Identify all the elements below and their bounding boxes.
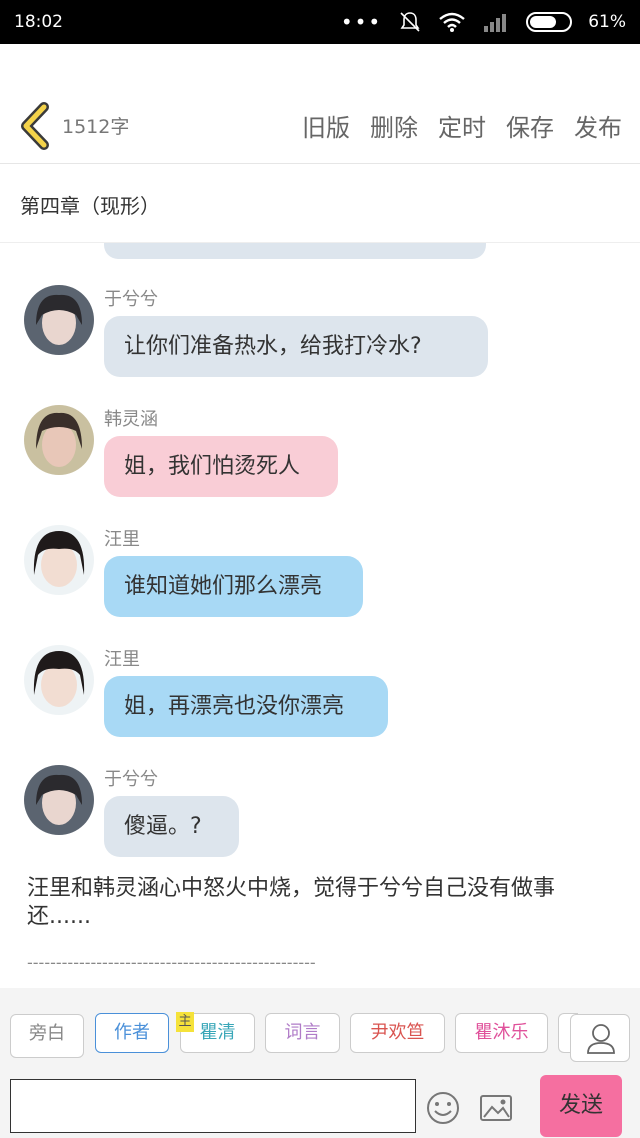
input-bar: 发送 xyxy=(0,1064,640,1138)
chat-area[interactable]: 于兮兮 让你们准备热水，给我打冷水? 韩灵涵 姐，我们怕烫死人 汪里 谁知道她们… xyxy=(0,243,640,988)
message-bubble-partial xyxy=(104,243,486,259)
send-button[interactable]: 发送 xyxy=(540,1075,622,1137)
message-bubble[interactable]: 让你们准备热水，给我打冷水? xyxy=(104,316,488,377)
role-label: 瞿沐乐 xyxy=(474,1022,529,1043)
chat-message: 汪里 姐，再漂亮也没你漂亮 xyxy=(24,645,624,755)
word-count: 1512字 xyxy=(62,116,130,138)
status-time: 18:02 xyxy=(14,12,63,32)
chat-message: 于兮兮 让你们准备热水，给我打冷水? xyxy=(24,285,624,395)
role-character-4[interactable]: 瞿沐乐 xyxy=(455,1013,548,1053)
chevron-left-icon[interactable] xyxy=(16,101,56,151)
message-text: 姐，我们怕烫死人 xyxy=(124,454,301,479)
role-author[interactable]: 作者 xyxy=(95,1013,169,1053)
sender-name: 于兮兮 xyxy=(104,769,158,790)
role-label: 作者 xyxy=(114,1022,150,1043)
message-input[interactable] xyxy=(10,1079,416,1133)
message-bubble[interactable]: 姐，我们怕烫死人 xyxy=(104,436,338,497)
main-character-badge: 主 xyxy=(176,1012,194,1032)
message-text: 姐，再漂亮也没你漂亮 xyxy=(124,694,345,719)
role-character-2[interactable]: 词言 xyxy=(265,1013,340,1053)
message-text: 谁知道她们那么漂亮 xyxy=(124,574,323,599)
chat-message: 韩灵涵 姐，我们怕烫死人 xyxy=(24,405,624,515)
role-narrator[interactable]: 旁白 xyxy=(10,1014,84,1058)
chat-message: 汪里 谁知道她们那么漂亮 xyxy=(24,525,624,635)
user-button[interactable] xyxy=(570,1014,630,1062)
role-label: 词言 xyxy=(284,1022,321,1043)
avatar[interactable] xyxy=(24,285,94,355)
battery-icon xyxy=(526,12,573,32)
avatar[interactable] xyxy=(24,765,94,835)
narration-text[interactable]: 汪里和韩灵涵心中怒火中烧，觉得于兮兮自己没有做事还...... xyxy=(27,875,617,931)
smiley-icon[interactable] xyxy=(425,1090,461,1126)
delete-button[interactable]: 删除 xyxy=(370,108,418,143)
message-bubble[interactable]: 姐，再漂亮也没你漂亮 xyxy=(104,676,388,737)
avatar[interactable] xyxy=(24,405,94,475)
save-button[interactable]: 保存 xyxy=(506,108,554,143)
divider-line: ----------------------------------------… xyxy=(27,953,316,972)
message-bubble[interactable]: 谁知道她们那么漂亮 xyxy=(104,556,363,617)
wifi-icon xyxy=(439,12,465,32)
sender-name: 汪里 xyxy=(104,649,140,670)
chapter-title[interactable]: 第四章（现形） xyxy=(0,165,640,243)
publish-button[interactable]: 发布 xyxy=(574,108,622,143)
user-icon xyxy=(587,1024,615,1054)
status-bar: 18:02 ••• 61% xyxy=(0,0,640,44)
role-character-3[interactable]: 尹欢笪 xyxy=(350,1013,445,1053)
role-label: 瞿清 xyxy=(199,1022,236,1043)
message-text: 傻逼。? xyxy=(124,814,202,839)
role-label: 尹欢笪 xyxy=(370,1022,425,1043)
battery-percent: 61% xyxy=(588,12,626,32)
schedule-button[interactable]: 定时 xyxy=(438,108,486,143)
signal-icon xyxy=(484,14,507,32)
sender-name: 韩灵涵 xyxy=(104,409,158,430)
more-dots-icon: ••• xyxy=(340,10,383,34)
sender-name: 汪里 xyxy=(104,529,140,550)
avatar[interactable] xyxy=(24,645,94,715)
chat-message: 于兮兮 傻逼。? xyxy=(24,765,624,875)
message-text: 让你们准备热水，给我打冷水? xyxy=(124,334,422,359)
send-label: 发送 xyxy=(558,1093,603,1118)
message-bubble[interactable]: 傻逼。? xyxy=(104,796,239,857)
old-version-button[interactable]: 旧版 xyxy=(302,108,350,143)
image-icon[interactable] xyxy=(478,1090,514,1126)
mute-bell-icon xyxy=(400,12,420,32)
editor-toolbar: 1512字 旧版 删除 定时 保存 发布 xyxy=(0,88,640,164)
avatar[interactable] xyxy=(24,525,94,595)
sender-name: 于兮兮 xyxy=(104,289,158,310)
role-selector-bar: 旁白 作者 瞿清 词言 尹欢笪 瞿沐乐 xyxy=(0,988,640,1064)
role-label: 旁白 xyxy=(29,1023,65,1044)
